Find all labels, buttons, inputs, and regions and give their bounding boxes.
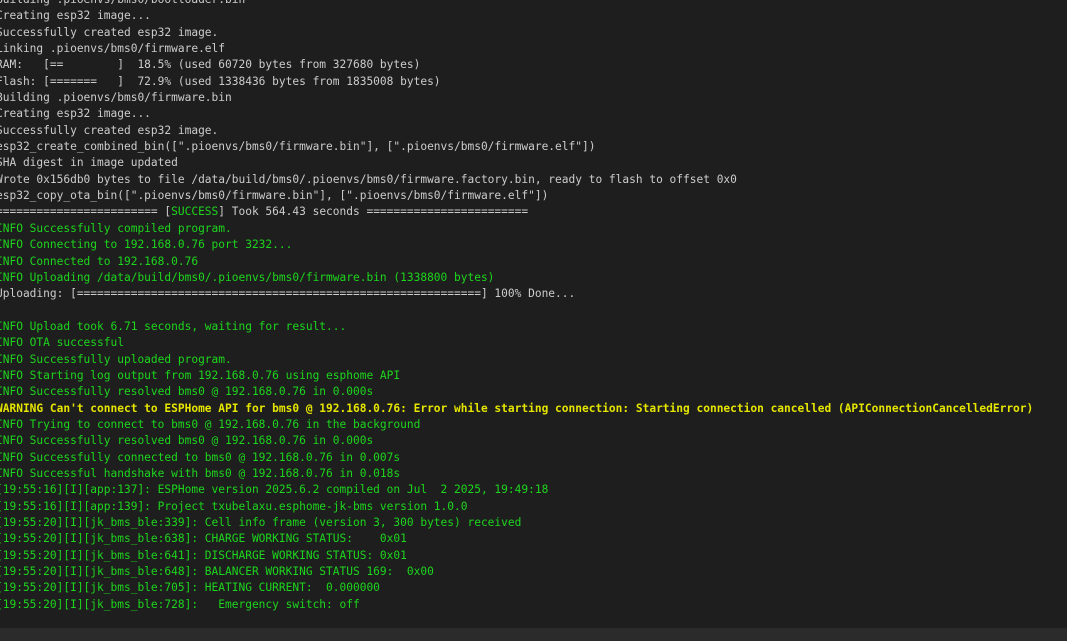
log-line: SHA digest in image updated	[0, 156, 178, 170]
log-line: Creating esp32 image...	[0, 107, 151, 121]
log-line: Flash: [======= ] 72.9% (used 1338436 by…	[0, 74, 441, 88]
log-line: esp32_copy_ota_bin([".pioenvs/bms0/firmw…	[0, 189, 549, 203]
log-line: INFO Connecting to 192.168.0.76 port 323…	[0, 238, 293, 252]
log-line: [19:55:20][I][jk_bms_ble:705]: HEATING C…	[0, 581, 380, 595]
log-line: Creating esp32 image...	[0, 9, 151, 23]
log-line: esp32_create_combined_bin([".pioenvs/bms…	[0, 140, 596, 154]
terminal-output[interactable]: Building .pioenvs/bms0/bootloader.binCre…	[0, 0, 1067, 628]
log-line: ======================== [SUCCESS] Took …	[0, 204, 1033, 220]
log-line: INFO Trying to connect to bms0 @ 192.168…	[0, 417, 421, 431]
log-line: INFO Successfully resolved bms0 @ 192.16…	[0, 385, 374, 399]
log-line: [19:55:16][I][app:137]: ESPHome version …	[0, 483, 549, 497]
log-line: Linking .pioenvs/bms0/firmware.elf	[0, 42, 226, 56]
terminal-bottom-bar	[0, 628, 1067, 641]
log-line: INFO Starting log output from 192.168.0.…	[0, 368, 401, 382]
log-line: INFO Connected to 192.168.0.76	[0, 254, 199, 268]
log-text: ] Took 564.43 seconds ==================…	[218, 205, 529, 219]
log-line: Wrote 0x156db0 bytes to file /data/build…	[0, 172, 737, 186]
log-line: INFO Uploading /data/build/bms0/.pioenvs…	[0, 270, 495, 284]
log-line: Building .pioenvs/bms0/bootloader.bin	[0, 0, 1033, 8]
log-line: INFO Successfully compiled program.	[0, 221, 232, 235]
log-line: [19:55:16][I][app:139]: Project txubelax…	[0, 499, 468, 513]
log-line: INFO Upload took 6.71 seconds, waiting f…	[0, 319, 347, 333]
log-line: [19:55:20][I][jk_bms_ble:638]: CHARGE WO…	[0, 532, 407, 546]
log-line: INFO Successfully uploaded program.	[0, 352, 232, 366]
log-line: [19:55:20][I][jk_bms_ble:339]: Cell info…	[0, 516, 522, 529]
log-line: Building .pioenvs/bms0/firmware.bin	[0, 91, 232, 105]
log-line: INFO Successfully resolved bms0 @ 192.16…	[0, 434, 374, 448]
log-line: INFO Successful handshake with bms0 @ 19…	[0, 466, 401, 480]
log-line: [19:55:20][I][jk_bms_ble:641]: DISCHARGE…	[0, 548, 407, 562]
log-line: [19:55:20][I][jk_bms_ble:648]: BALANCER …	[0, 565, 434, 579]
log-line: Successfully created esp32 image.	[0, 25, 219, 39]
log-line: WARNING Can't connect to ESPHome API for…	[0, 401, 1034, 415]
log-line: [19:55:20][I][jk_bms_ble:728]: Emergency…	[0, 597, 360, 611]
log-line: INFO OTA successful	[0, 336, 124, 350]
success-status: SUCCESS	[171, 205, 219, 219]
log-line: INFO Successfully connected to bms0 @ 19…	[0, 450, 401, 464]
log-line: RAM: [== ] 18.5% (used 60720 bytes from …	[0, 58, 421, 72]
log-line	[0, 303, 1033, 319]
log-line: Uploading: [============================…	[0, 287, 576, 301]
log-text: ======================== [	[0, 205, 172, 219]
log-line: Successfully created esp32 image.	[0, 123, 219, 137]
log-lines: Building .pioenvs/bms0/bootloader.binCre…	[0, 0, 1033, 613]
